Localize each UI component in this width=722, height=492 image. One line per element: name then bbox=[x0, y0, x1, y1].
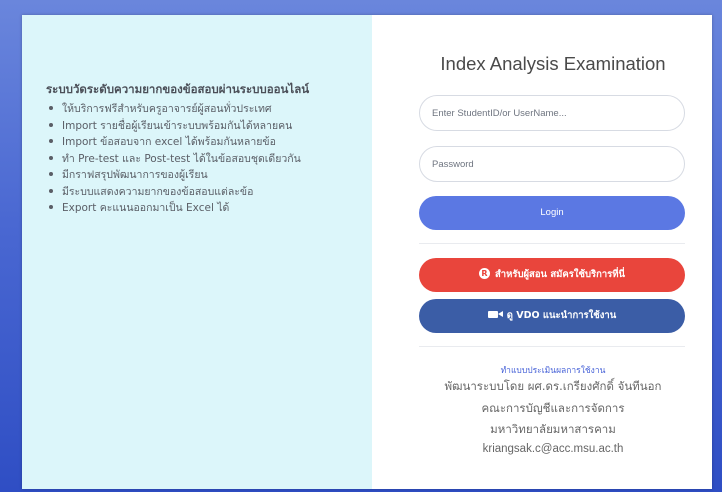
feature-item: ให้บริการฟรีสำหรับครูอาจารย์ผู้สอนทั่วปร… bbox=[46, 101, 301, 118]
bullet-icon bbox=[49, 205, 53, 209]
feature-text: Export คะแนนออกมาเป็น Excel ได้ bbox=[62, 202, 230, 214]
divider bbox=[419, 346, 685, 347]
login-label: Login bbox=[540, 207, 564, 218]
bullet-icon bbox=[49, 122, 53, 127]
faculty-name: คณะการบัญชีและการจัดการ bbox=[481, 401, 625, 415]
bullet-icon bbox=[49, 139, 53, 143]
app-title: Index Analysis Examination bbox=[440, 53, 666, 74]
developer-credit: พัฒนาระบบโดย ผศ.ดร.เกรียงศักดิ์ จันทีนอก bbox=[444, 379, 662, 393]
divider bbox=[419, 243, 685, 244]
login-button[interactable]: Login bbox=[419, 196, 685, 230]
feature-text: Import รายชื่อผู้เรียนเข้าระบบพร้อมกันได… bbox=[62, 119, 293, 132]
vdo-button[interactable]: ดู VDO แนะนำการใช้งาน bbox=[419, 299, 685, 333]
feature-item: Import รายชื่อผู้เรียนเข้าระบบพร้อมกันได… bbox=[46, 118, 301, 135]
password-input[interactable]: Password bbox=[419, 146, 685, 182]
bullet-icon bbox=[49, 106, 53, 110]
feature-list: ให้บริการฟรีสำหรับครูอาจารย์ผู้สอนทั่วปร… bbox=[46, 101, 301, 217]
bullet-icon bbox=[49, 155, 53, 160]
video-camera-icon bbox=[487, 311, 503, 318]
feature-item: มีระบบแสดงความยากของข้อสอบแต่ละข้อ bbox=[46, 184, 301, 201]
username-input[interactable]: Enter StudentID/or UserName... bbox=[419, 95, 685, 131]
register-button[interactable]: R สำหรับผู้สอน สมัครใช้บริการที่นี่ bbox=[419, 258, 685, 292]
login-card: ระบบวัดระดับความยากของข้อสอบผ่านระบบออนไ… bbox=[22, 15, 712, 489]
register-label: สำหรับผู้สอน สมัครใช้บริการที่นี่ bbox=[494, 269, 626, 280]
info-heading: ระบบวัดระดับความยากของข้อสอบผ่านระบบออนไ… bbox=[46, 82, 310, 96]
login-panel: Index Analysis Examination Enter Student… bbox=[372, 15, 712, 489]
feature-text: ให้บริการฟรีสำหรับครูอาจารย์ผู้สอนทั่วปร… bbox=[62, 103, 272, 115]
feature-text: มีระบบแสดงความยากของข้อสอบแต่ละข้อ bbox=[62, 185, 254, 198]
bullet-icon bbox=[49, 188, 53, 193]
feature-text: มีกราฟสรุปพัฒนาการของผู้เรียน bbox=[62, 169, 208, 181]
feature-item: Export คะแนนออกมาเป็น Excel ได้ bbox=[46, 200, 301, 217]
feature-item: Import ข้อสอบจาก excel ได้พร้อมกันหลายข้… bbox=[46, 134, 301, 151]
feature-text: ทำ Pre-test และ Post-test ได้ในข้อสอบชุด… bbox=[62, 152, 301, 165]
feature-item: ทำ Pre-test และ Post-test ได้ในข้อสอบชุด… bbox=[46, 151, 301, 168]
survey-link[interactable]: ทำแบบประเมินผลการใช้งาน bbox=[372, 363, 722, 377]
university-name: มหาวิทยาลัยมหาสารคาม bbox=[490, 422, 616, 436]
contact-email: kriangsak.c@acc.msu.ac.th bbox=[482, 443, 624, 455]
page-background: ระบบวัดระดับความยากของข้อสอบผ่านระบบออนไ… bbox=[0, 0, 722, 492]
bullet-icon bbox=[49, 172, 53, 176]
feature-item: มีกราฟสรุปพัฒนาการของผู้เรียน bbox=[46, 167, 301, 184]
feature-text: Import ข้อสอบจาก excel ได้พร้อมกันหลายข้… bbox=[62, 136, 276, 148]
registered-icon: R bbox=[478, 268, 490, 279]
info-panel: ระบบวัดระดับความยากของข้อสอบผ่านระบบออนไ… bbox=[22, 15, 372, 489]
vdo-label: ดู VDO แนะนำการใช้งาน bbox=[506, 310, 617, 321]
